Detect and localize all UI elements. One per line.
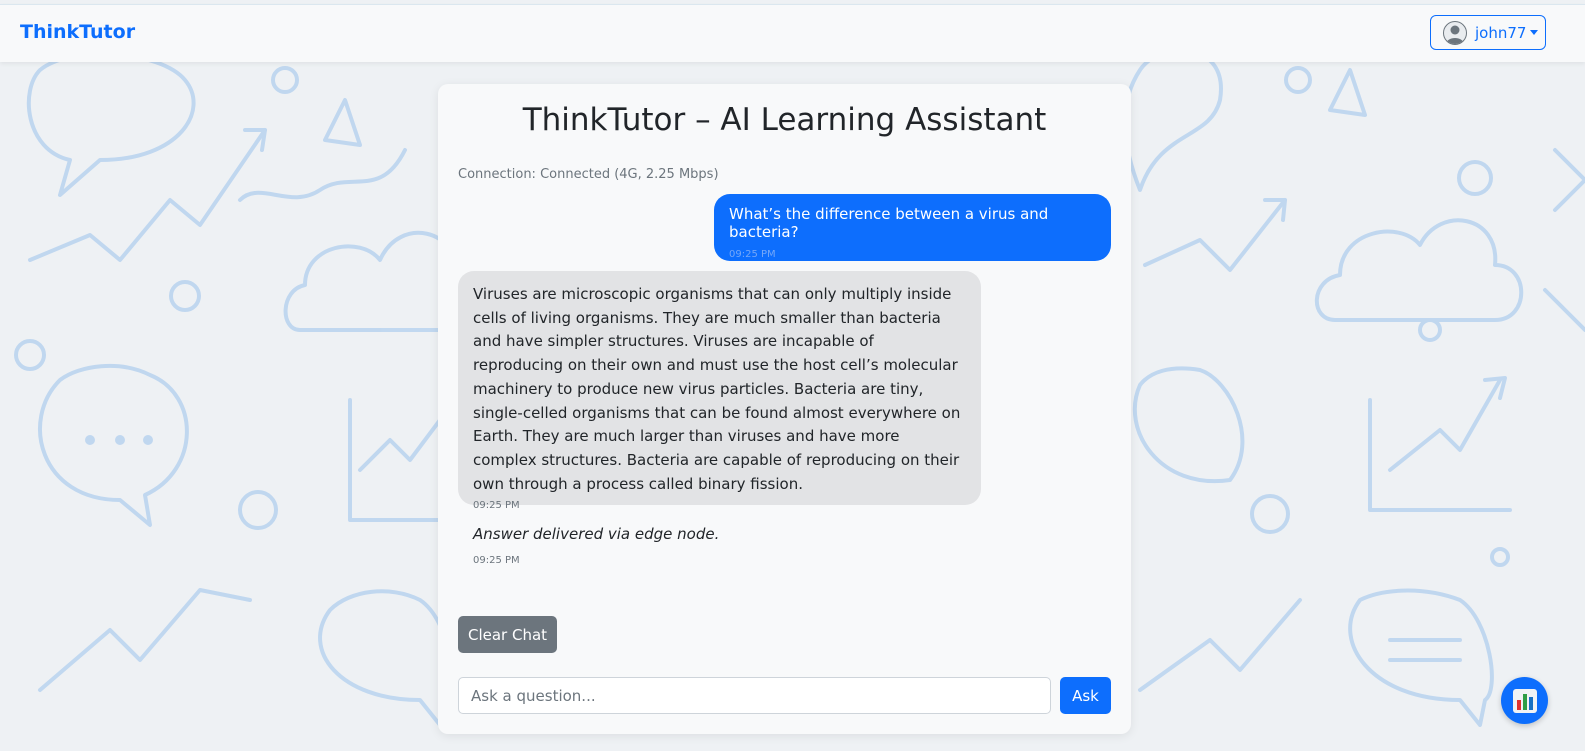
message-text: Viruses are microscopic organisms that c… (473, 285, 961, 493)
page-title: ThinkTutor – AI Learning Assistant (522, 102, 1047, 138)
ask-button[interactable]: Ask (1060, 677, 1111, 714)
chat-card: ThinkTutor – AI Learning Assistant Conne… (438, 84, 1131, 734)
clear-chat-button[interactable]: Clear Chat (458, 616, 557, 653)
top-navbar: ThinkTutor john77 (0, 4, 1585, 62)
message-timestamp: 09:25 PM (729, 249, 776, 260)
stats-fab-button[interactable] (1501, 677, 1548, 724)
message-text: What’s the difference between a virus an… (729, 205, 1049, 241)
question-input[interactable] (458, 677, 1051, 714)
brand-logo-link[interactable]: ThinkTutor (20, 21, 135, 43)
chat-message-user: What’s the difference between a virus an… (714, 194, 1111, 261)
chevron-down-icon (1530, 30, 1539, 35)
connection-status: Connection: Connected (4G, 2.25 Mbps) (458, 167, 719, 182)
bar-chart-icon (1512, 688, 1537, 713)
user-menu-button[interactable]: john77 (1430, 15, 1546, 50)
user-avatar-icon (1443, 20, 1467, 45)
message-timestamp: 09:25 PM (473, 500, 520, 512)
chat-message-assistant: Viruses are microscopic organisms that c… (458, 271, 981, 511)
chat-message-system: Answer delivered via edge node. 09:25 PM (473, 525, 719, 566)
username-label: john77 (1475, 23, 1527, 42)
message-text: Answer delivered via edge node. (473, 525, 720, 543)
message-timestamp: 09:25 PM (473, 555, 520, 566)
